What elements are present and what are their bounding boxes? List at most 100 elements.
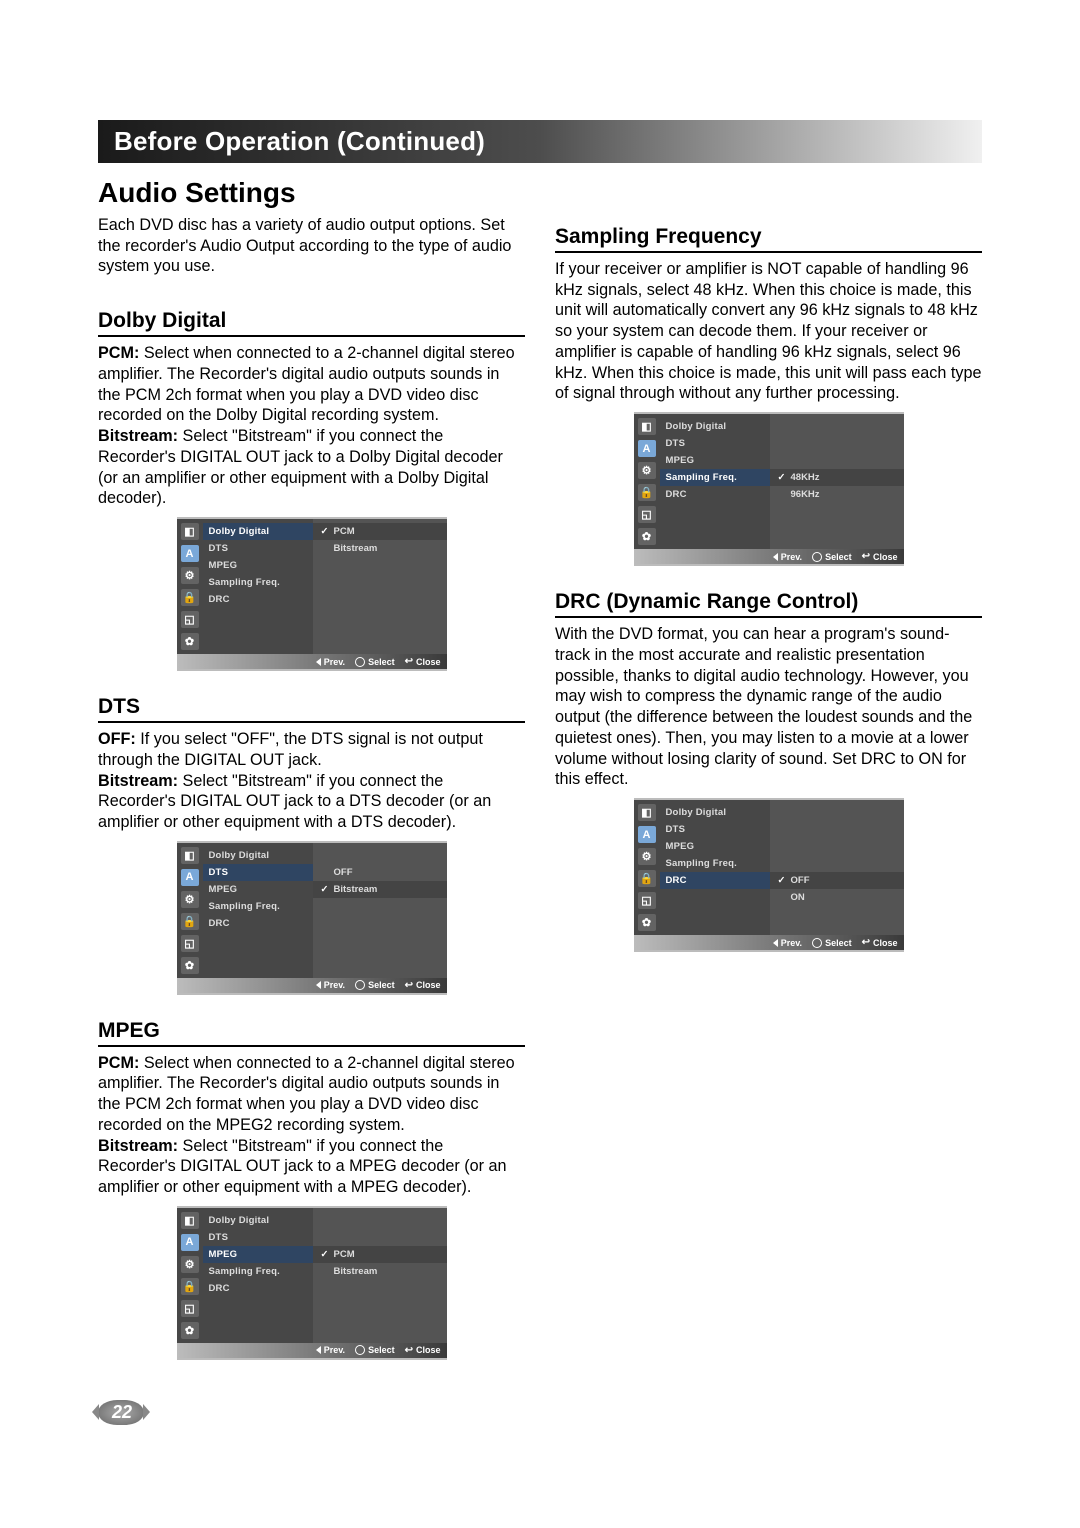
check-icon: ✓	[321, 884, 330, 895]
return-icon: ↩	[862, 551, 870, 562]
right-column: Sampling Frequency If your receiver or a…	[555, 163, 982, 1370]
circle-icon	[812, 938, 822, 948]
menu-value-item: ✓48KHz	[770, 469, 904, 486]
menu-icon: ◧	[638, 804, 656, 821]
menu-value-item: ON	[770, 889, 904, 906]
menu-icon: ⚙	[181, 1256, 199, 1273]
menu-list-item: Sampling Freq.	[660, 855, 770, 872]
menu-list-item: DRC	[660, 486, 770, 503]
menu-list-item: MPEG	[660, 838, 770, 855]
menu-value-item: Bitstream	[313, 540, 447, 557]
menu-footer: Prev.Select↩Close	[177, 1343, 447, 1358]
dts-off-label: OFF:	[98, 730, 136, 748]
footer-close: ↩Close	[405, 656, 441, 667]
menu-footer: Prev.Select↩Close	[177, 978, 447, 993]
circle-icon	[355, 1345, 365, 1355]
triangle-left-icon	[316, 658, 321, 666]
menu-footer: Prev. Select ↩Close	[634, 935, 904, 950]
menu-icon: ◧	[181, 523, 199, 540]
heading-dolby: Dolby Digital	[98, 309, 525, 337]
triangle-left-icon	[773, 939, 778, 947]
footer-prev: Prev.	[773, 552, 802, 562]
menu-list-item: DRC	[203, 591, 313, 608]
menu-list-item: DRC	[660, 872, 770, 889]
menu-value-item: ✓OFF	[770, 872, 904, 889]
menu-icon: ⚙	[638, 848, 656, 865]
menu-list-item: Sampling Freq.	[203, 574, 313, 591]
menu-dts: ◧A⚙🔒◱✿Dolby DigitalDTSMPEGSampling Freq.…	[177, 841, 447, 995]
footer-select: Select	[812, 938, 852, 948]
menu-icon: 🔒	[638, 870, 656, 887]
footer-prev: Prev.	[773, 938, 802, 948]
menu-icon: 🔒	[181, 913, 199, 930]
menu-icon: ◧	[638, 418, 656, 435]
menu-value-item: Bitstream	[313, 1263, 447, 1280]
menu-icon: ✿	[638, 528, 656, 545]
check-icon: ✓	[321, 1249, 330, 1260]
check-icon: ✓	[321, 526, 330, 537]
menu-list-item: Dolby Digital	[660, 418, 770, 435]
menu-list-item: Dolby Digital	[660, 804, 770, 821]
menu-icon: ⚙	[181, 891, 199, 908]
menu-icon: ⚙	[181, 567, 199, 584]
footer-select: Select	[355, 1345, 395, 1355]
menu-list-item: DTS	[660, 435, 770, 452]
menu-list-item: MPEG	[203, 557, 313, 574]
dts-off-text: If you select "OFF", the DTS signal is n…	[98, 730, 483, 769]
menu-list-item: MPEG	[203, 881, 313, 898]
menu-icon: ◱	[638, 892, 656, 909]
left-column: Audio Settings Each DVD disc has a varie…	[98, 163, 525, 1370]
menu-list-item: DTS	[203, 540, 313, 557]
menu-drc: ◧A⚙🔒◱✿Dolby DigitalDTSMPEGSampling Freq.…	[634, 798, 904, 952]
menu-icon: ✿	[181, 633, 199, 650]
menu-list-item: DRC	[203, 915, 313, 932]
menu-value-item: ✓PCM	[313, 523, 447, 540]
menu-footer: Prev. Select ↩Close	[177, 654, 447, 669]
menu-list-item: Dolby Digital	[203, 1212, 313, 1229]
menu-icon: A	[181, 545, 199, 562]
menu-icon: ◱	[181, 1300, 199, 1317]
return-icon: ↩	[405, 656, 413, 667]
circle-icon	[355, 980, 365, 990]
footer-select: Select	[355, 657, 395, 667]
menu-icon: A	[181, 869, 199, 886]
footer-close: ↩Close	[862, 937, 898, 948]
sampling-text: If your receiver or amplifier is NOT cap…	[555, 259, 982, 404]
section-banner: Before Operation (Continued)	[98, 120, 982, 163]
menu-icon: A	[181, 1234, 199, 1251]
mpeg-pcm-label: PCM:	[98, 1054, 139, 1072]
check-icon: ✓	[778, 875, 787, 886]
menu-list-item: MPEG	[203, 1246, 313, 1263]
menu-icon: ◧	[181, 847, 199, 864]
menu-icon: 🔒	[181, 589, 199, 606]
menu-icon: ✿	[181, 957, 199, 974]
dolby-text: PCM: Select when connected to a 2-channe…	[98, 343, 525, 509]
heading-dts: DTS	[98, 695, 525, 723]
menu-icon: A	[638, 440, 656, 457]
footer-close: ↩Close	[862, 551, 898, 562]
menu-list-item: DRC	[203, 1280, 313, 1297]
menu-list-item: DTS	[660, 821, 770, 838]
page-number-container: 22	[98, 1400, 982, 1425]
menu-icon: 🔒	[638, 484, 656, 501]
menu-mpeg: ◧A⚙🔒◱✿Dolby DigitalDTSMPEGSampling Freq.…	[177, 1206, 447, 1360]
menu-list-item: MPEG	[660, 452, 770, 469]
triangle-left-icon	[316, 981, 321, 989]
triangle-left-icon	[316, 1346, 321, 1354]
menu-value-item: ✓PCM	[313, 1246, 447, 1263]
menu-value-item: ✓Bitstream	[313, 881, 447, 898]
dts-text: OFF: If you select "OFF", the DTS signal…	[98, 729, 525, 833]
return-icon: ↩	[405, 980, 413, 991]
footer-prev: Prev.	[316, 1345, 345, 1355]
menu-value-item: 96KHz	[770, 486, 904, 503]
footer-prev: Prev.	[316, 657, 345, 667]
circle-icon	[812, 552, 822, 562]
menu-list-item: Dolby Digital	[203, 847, 313, 864]
menu-value-item: OFF	[313, 864, 447, 881]
drc-text: With the DVD format, you can hear a prog…	[555, 624, 982, 790]
mpeg-pcm-text: Select when connected to a 2-channel dig…	[98, 1054, 515, 1134]
dolby-pcm-text: Select when connected to a 2-channel dig…	[98, 344, 515, 424]
menu-list-item: Sampling Freq.	[203, 1263, 313, 1280]
mpeg-bs-label: Bitstream:	[98, 1137, 178, 1155]
menu-list-item: DTS	[203, 1229, 313, 1246]
